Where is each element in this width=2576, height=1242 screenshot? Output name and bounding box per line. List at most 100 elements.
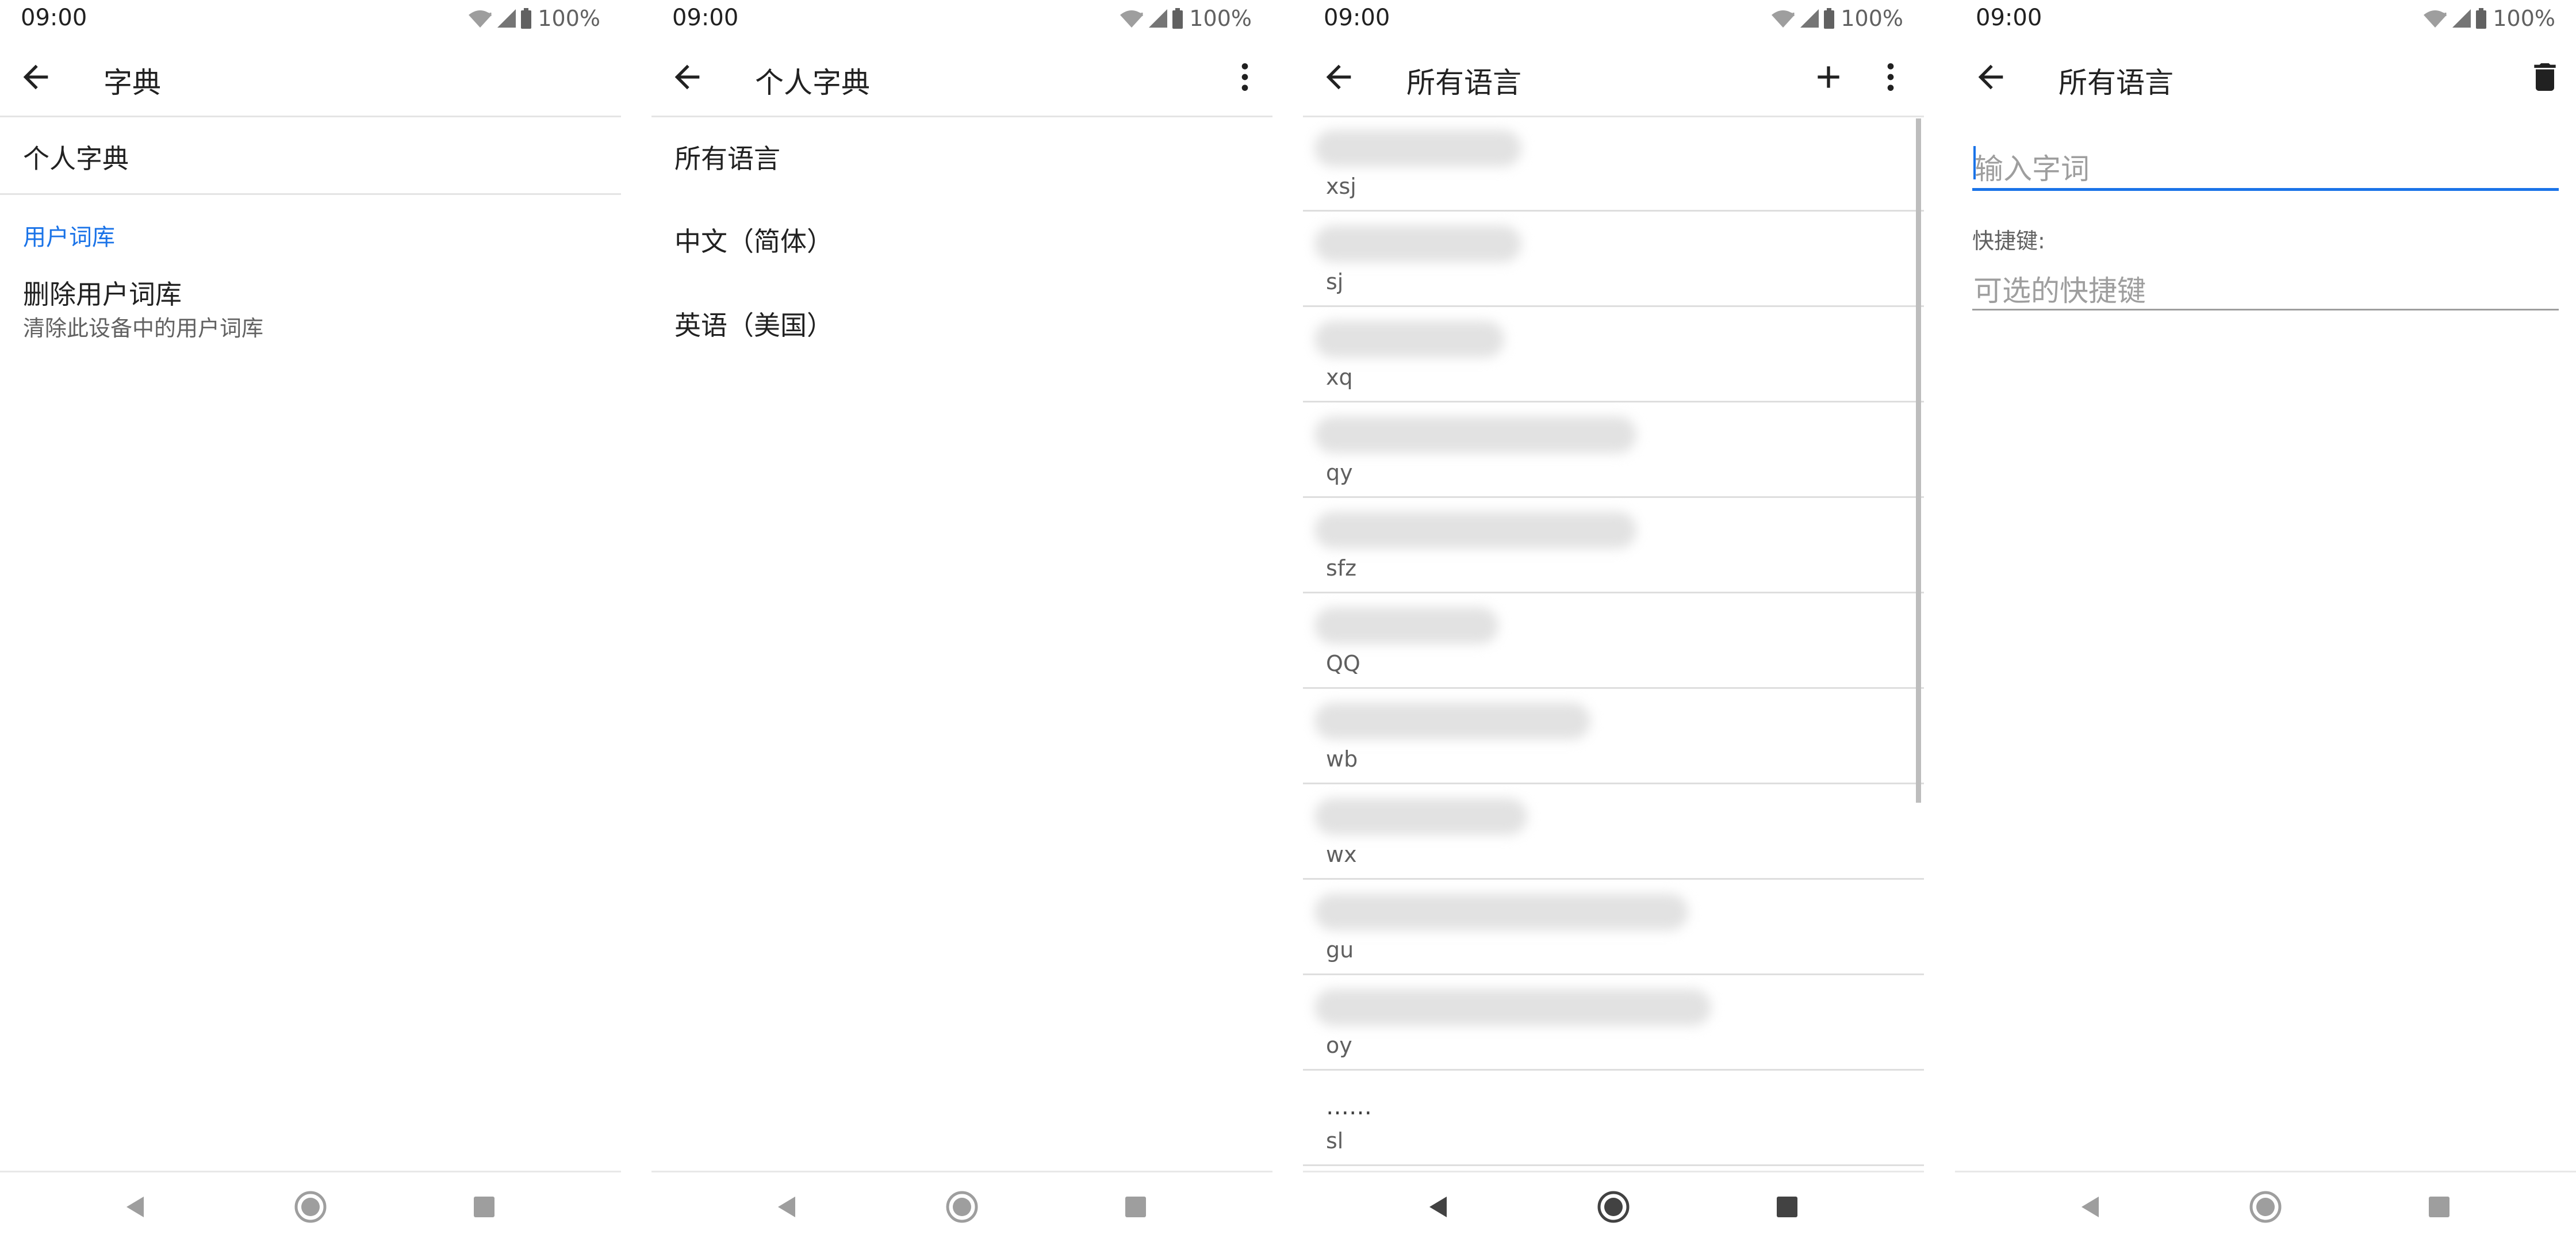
wifi-icon bbox=[1120, 10, 1144, 28]
scrollbar[interactable] bbox=[1916, 118, 1921, 803]
language-item-zh-cn[interactable]: 中文（简体） bbox=[674, 221, 833, 259]
back-arrow-icon[interactable] bbox=[1320, 59, 1357, 95]
list-item[interactable]: xsj bbox=[1303, 116, 1924, 212]
app-bar: 所有语言 bbox=[1303, 37, 1924, 117]
back-arrow-icon[interactable] bbox=[669, 59, 706, 95]
nav-home-icon[interactable] bbox=[944, 1189, 980, 1225]
nav-home-icon[interactable] bbox=[2247, 1189, 2284, 1225]
status-bar: 09:00 100% bbox=[1955, 0, 2576, 37]
nav-home-icon[interactable] bbox=[1595, 1189, 1632, 1225]
blurred-word bbox=[1314, 512, 1636, 549]
nav-recents-icon[interactable] bbox=[1769, 1189, 1805, 1225]
nav-home-icon[interactable] bbox=[292, 1189, 329, 1225]
wifi-icon bbox=[469, 10, 492, 28]
list-item[interactable]: oy bbox=[1303, 975, 1924, 1071]
nav-back-icon[interactable] bbox=[117, 1189, 154, 1225]
status-time: 09:00 bbox=[672, 5, 739, 31]
screen-personal-dictionary: 09:00 100% 个人字典 所有语言 中文（简体） 英语（美国） bbox=[651, 0, 1272, 1242]
app-bar: 个人字典 bbox=[651, 37, 1272, 117]
word-input-placeholder: 输入字词 bbox=[1975, 152, 2090, 186]
list-item[interactable]: sfz bbox=[1303, 498, 1924, 593]
signal-icon bbox=[1149, 9, 1168, 28]
shortcut-text: qy bbox=[1326, 460, 1353, 485]
list-item[interactable]: gu bbox=[1303, 880, 1924, 975]
app-bar: 字典 bbox=[0, 37, 621, 117]
shortcut-text: sfz bbox=[1326, 555, 1357, 581]
nav-bar bbox=[1303, 1171, 1924, 1242]
text-cursor bbox=[1973, 146, 1976, 179]
language-item-all[interactable]: 所有语言 bbox=[674, 138, 780, 176]
word-input[interactable]: 输入字词 bbox=[1972, 136, 2559, 191]
shortcut-text: gu bbox=[1326, 937, 1354, 963]
blurred-word bbox=[1314, 416, 1636, 453]
nav-back-icon[interactable] bbox=[1420, 1189, 1457, 1225]
list-item[interactable]: xq bbox=[1303, 307, 1924, 402]
category-header: 用户词库 bbox=[23, 224, 115, 251]
shortcut-text: sl bbox=[1326, 1128, 1344, 1153]
delete-icon[interactable] bbox=[2527, 59, 2563, 95]
nav-recents-icon[interactable] bbox=[2421, 1189, 2458, 1225]
signal-icon bbox=[497, 9, 516, 28]
status-bar: 09:00 100% bbox=[1303, 0, 1924, 37]
personal-dictionary-item[interactable]: 个人字典 bbox=[23, 138, 129, 176]
more-vert-icon[interactable] bbox=[1872, 59, 1909, 95]
page-title: 个人字典 bbox=[755, 66, 870, 99]
screen-dictionary: 09:00 100% 字典 个人字典 用户词库 删除用户词库 清除此设备中的用户… bbox=[0, 0, 621, 1242]
screen-all-languages-list: 09:00 100% 所有语言 xsj sj xq qy sfz QQ wb w… bbox=[1303, 0, 1924, 1242]
list-item[interactable]: qy bbox=[1303, 402, 1924, 498]
add-icon[interactable] bbox=[1810, 59, 1847, 95]
status-icons: 100% bbox=[467, 5, 600, 32]
ellipsis-text: …… bbox=[1326, 1094, 1372, 1120]
blurred-word bbox=[1314, 321, 1504, 358]
delete-user-dictionary-summary: 清除此设备中的用户词库 bbox=[23, 316, 264, 341]
nav-recents-icon[interactable] bbox=[466, 1189, 503, 1225]
status-icons: 100% bbox=[1770, 5, 1903, 32]
blurred-word bbox=[1314, 989, 1711, 1026]
app-bar: 所有语言 bbox=[1955, 37, 2576, 117]
language-item-en-us[interactable]: 英语（美国） bbox=[674, 305, 833, 343]
back-arrow-icon[interactable] bbox=[17, 59, 54, 95]
blurred-word bbox=[1314, 894, 1688, 930]
nav-back-icon[interactable] bbox=[2072, 1189, 2109, 1225]
battery-percent: 100% bbox=[2493, 6, 2555, 31]
battery-icon bbox=[2476, 8, 2487, 29]
battery-percent: 100% bbox=[1189, 6, 1252, 31]
screen-add-word: 09:00 100% 所有语言 输入字词 快捷键: 可选的快捷键 bbox=[1955, 0, 2576, 1242]
wifi-icon bbox=[2424, 10, 2447, 28]
list-item[interactable]: wx bbox=[1303, 784, 1924, 880]
blurred-word bbox=[1314, 130, 1521, 167]
shortcut-input[interactable]: 可选的快捷键 bbox=[1972, 253, 2559, 310]
shortcut-text: wb bbox=[1326, 746, 1358, 772]
list-item[interactable]: QQ bbox=[1303, 593, 1924, 689]
nav-bar bbox=[0, 1171, 621, 1242]
shortcut-text: sj bbox=[1326, 269, 1344, 294]
battery-percent: 100% bbox=[538, 6, 600, 31]
back-arrow-icon[interactable] bbox=[1972, 59, 2009, 95]
nav-bar bbox=[1955, 1171, 2576, 1242]
status-icons: 100% bbox=[2422, 5, 2555, 32]
delete-user-dictionary-item[interactable]: 删除用户词库 bbox=[23, 274, 182, 312]
blurred-word bbox=[1314, 798, 1527, 835]
status-time: 09:00 bbox=[1976, 5, 2042, 31]
status-icons: 100% bbox=[1119, 5, 1252, 32]
page-title: 所有语言 bbox=[1406, 66, 1521, 99]
list-item[interactable]: sj bbox=[1303, 212, 1924, 307]
battery-icon bbox=[1172, 8, 1183, 29]
more-vert-icon[interactable] bbox=[1226, 59, 1263, 95]
page-title: 字典 bbox=[103, 66, 161, 99]
shortcut-label: 快捷键: bbox=[1972, 228, 2045, 254]
blurred-word bbox=[1314, 607, 1498, 644]
nav-bar bbox=[651, 1171, 1272, 1242]
battery-icon bbox=[521, 8, 532, 29]
battery-percent: 100% bbox=[1841, 6, 1903, 31]
list-item[interactable]: wb bbox=[1303, 689, 1924, 784]
shortcut-input-placeholder: 可选的快捷键 bbox=[1973, 274, 2146, 308]
shortcut-text: oy bbox=[1326, 1033, 1352, 1058]
list-item[interactable]: …… sl bbox=[1303, 1071, 1924, 1166]
page-title: 所有语言 bbox=[2058, 66, 2174, 99]
signal-icon bbox=[1800, 9, 1819, 28]
nav-recents-icon[interactable] bbox=[1117, 1189, 1154, 1225]
shortcut-text: xsj bbox=[1326, 174, 1356, 199]
nav-back-icon[interactable] bbox=[769, 1189, 806, 1225]
status-time: 09:00 bbox=[21, 5, 87, 31]
